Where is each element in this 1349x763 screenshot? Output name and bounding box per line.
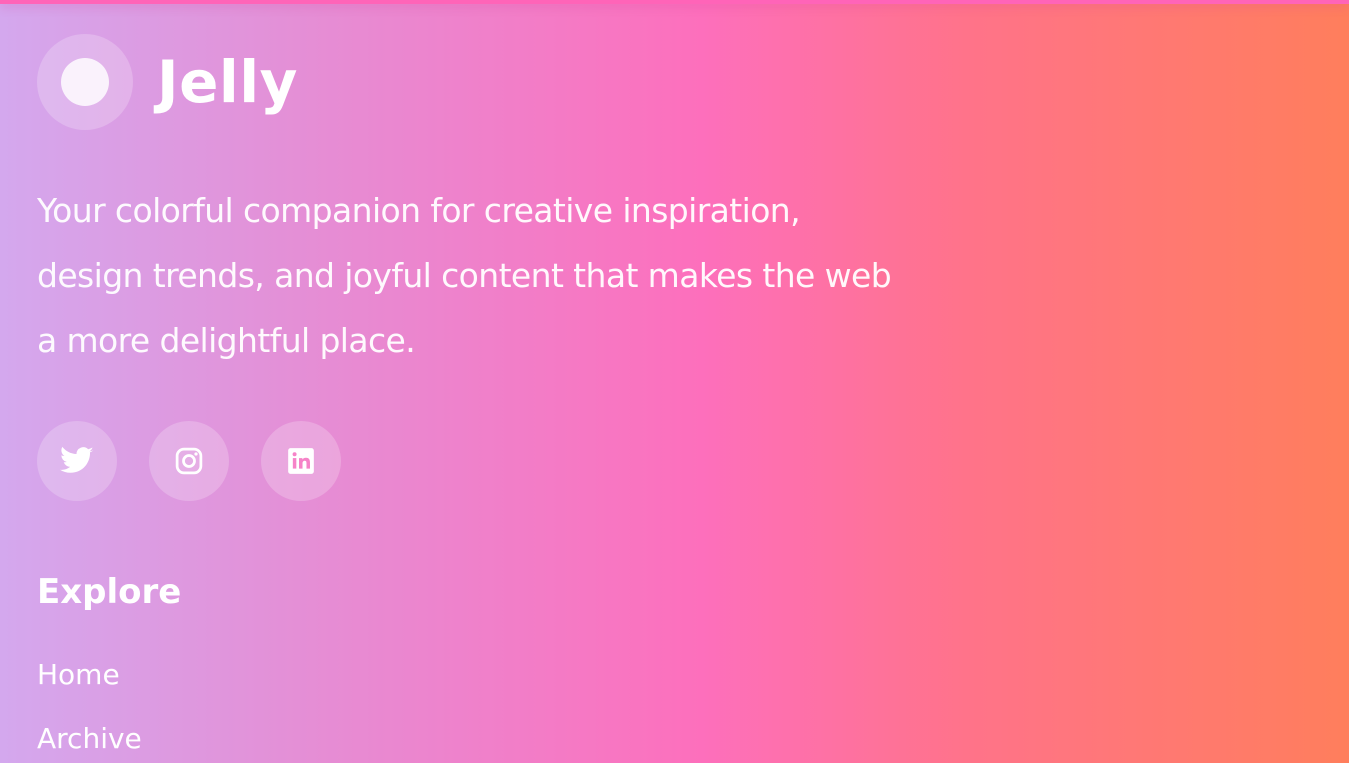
linkedin-icon	[288, 448, 314, 474]
brand-name: Jelly	[157, 48, 298, 116]
home-link[interactable]: Home	[37, 658, 120, 691]
archive-link[interactable]: Archive	[37, 722, 142, 755]
jelly-logo-icon	[37, 34, 133, 130]
explore-item: Archive	[37, 716, 142, 763]
twitter-icon	[60, 446, 94, 473]
top-accent-strip	[0, 0, 1349, 4]
logo-dot	[61, 58, 109, 106]
twitter-link[interactable]	[37, 421, 117, 501]
instagram-link[interactable]	[149, 421, 229, 501]
social-links	[37, 421, 341, 501]
instagram-icon	[175, 447, 203, 475]
explore-item: Home	[37, 652, 142, 716]
linkedin-link[interactable]	[261, 421, 341, 501]
explore-links: Home Archive	[37, 652, 142, 763]
footer-tagline: Your colorful companion for creative ins…	[37, 191, 892, 360]
footer-brand: Jelly	[37, 34, 298, 130]
explore-heading: Explore	[37, 572, 182, 612]
